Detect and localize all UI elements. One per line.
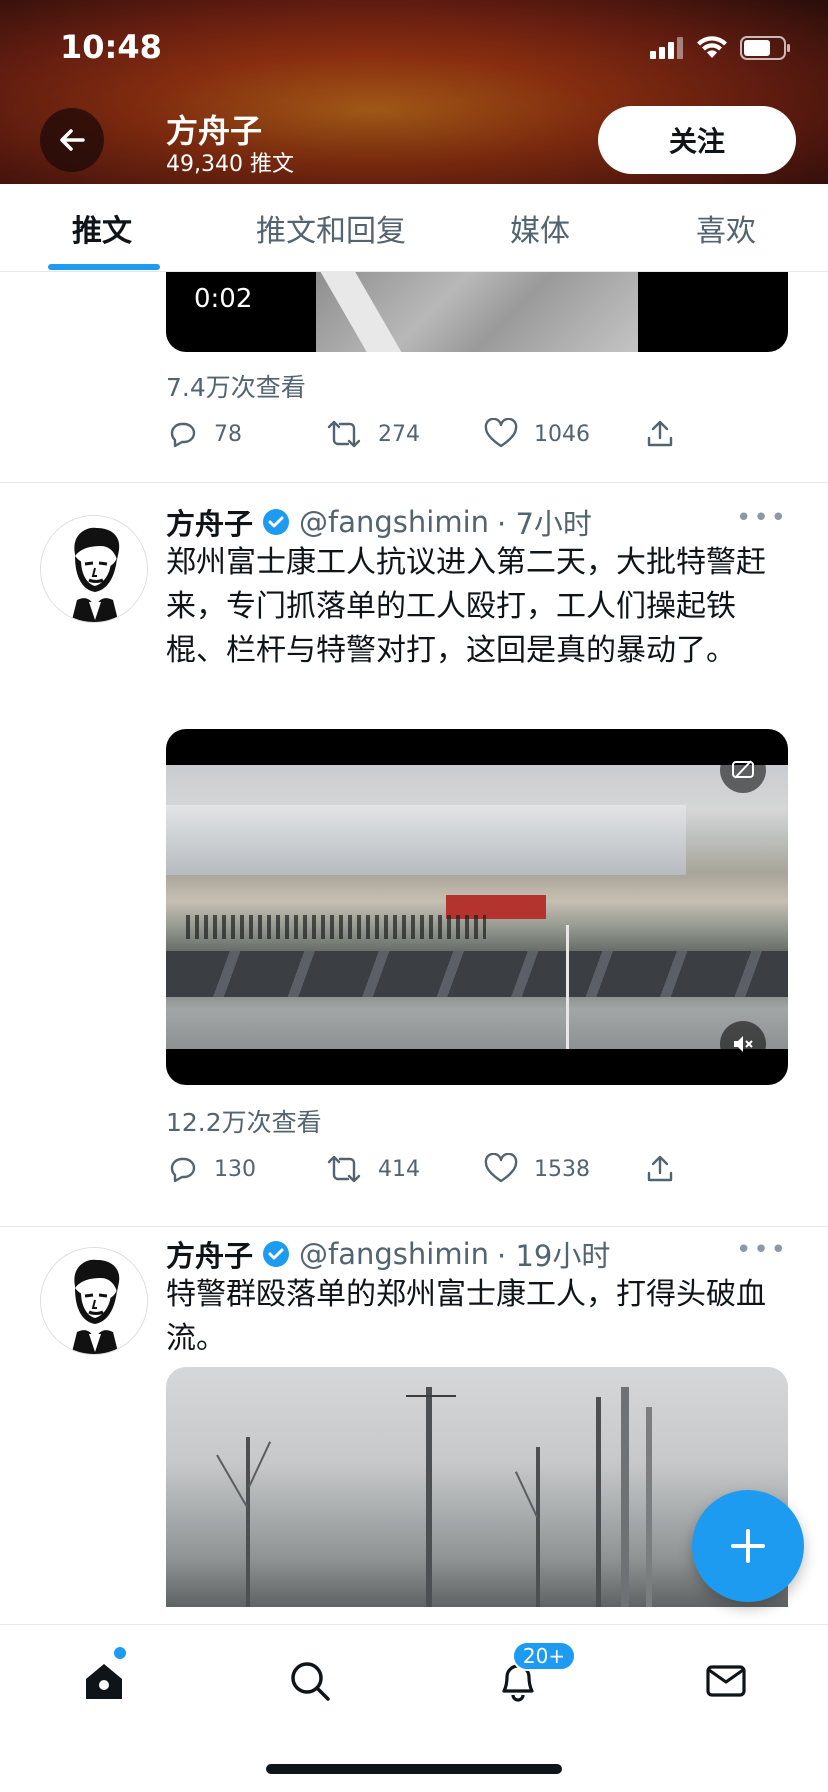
status-time: 10:48 — [60, 28, 162, 66]
home-icon — [86, 1664, 122, 1699]
active-tab-indicator — [48, 264, 160, 270]
like-count: 1538 — [534, 1156, 590, 1182]
retweet-count: 414 — [378, 1156, 420, 1182]
tweet-header: 方舟子 @fangshimin · 19小时 — [166, 1233, 610, 1275]
more-options-icon[interactable]: ••• — [736, 503, 788, 533]
video-player[interactable]: 0:02 — [166, 272, 788, 352]
wifi-icon — [697, 36, 727, 58]
retweet-icon — [327, 1155, 361, 1183]
battery-icon — [740, 36, 790, 60]
share-button[interactable] — [644, 418, 676, 450]
reply-icon — [170, 1157, 196, 1183]
tweet-feed[interactable]: 0:02 7.4万次查看 78 274 1046 方舟子 @fangshimin… — [0, 272, 828, 1624]
tab-media[interactable]: 媒体 — [510, 206, 570, 250]
captions-button[interactable] — [720, 747, 766, 793]
portrait-avatar — [41, 1248, 147, 1354]
plus-icon — [731, 1529, 765, 1563]
search-icon — [291, 1662, 330, 1701]
tweet-text: 郑州富士康工人抗议进入第二天，大批特警赶来，专门抓落单的工人殴打，工人们操起铁棍… — [166, 545, 766, 668]
retweet-button[interactable]: 274 — [326, 418, 420, 450]
tweet-time: · 19小时 — [497, 1239, 611, 1273]
captions-off-icon — [732, 760, 754, 779]
muted-icon — [734, 1036, 753, 1052]
nav-search[interactable] — [280, 1651, 340, 1711]
tab-tweets[interactable]: 推文 — [72, 206, 132, 250]
video-frame — [316, 272, 638, 352]
nav-messages[interactable] — [696, 1651, 756, 1711]
retweet-count: 274 — [378, 421, 420, 447]
profile-tabs: 推文 推文和回复 媒体 喜欢 — [0, 184, 828, 272]
tweet-actions: 130 414 1538 — [166, 1153, 686, 1193]
share-button[interactable] — [644, 1153, 676, 1185]
tweet-count: 49,340 推文 — [166, 152, 294, 177]
tweet-item[interactable]: 方舟子 @fangshimin · 7小时 ••• 郑州富士康工人抗议进入第二天… — [0, 483, 828, 1183]
video-player[interactable] — [166, 729, 788, 1085]
video-frame — [166, 765, 788, 1049]
like-button[interactable]: 1046 — [484, 418, 590, 450]
tab-tweets-and-replies[interactable]: 推文和回复 — [256, 206, 406, 250]
like-count: 1046 — [534, 421, 590, 447]
view-count: 7.4万次查看 — [166, 373, 306, 402]
tweet-actions: 78 274 1046 — [166, 418, 686, 458]
home-unread-dot — [114, 1647, 126, 1659]
arrow-left-icon — [60, 129, 85, 151]
tweet-time: · 7小时 — [497, 507, 592, 541]
like-button[interactable]: 1538 — [484, 1153, 590, 1185]
share-icon — [647, 420, 673, 447]
reply-count: 78 — [214, 421, 242, 447]
video-duration: 0:02 — [194, 284, 253, 314]
home-indicator — [266, 1764, 562, 1774]
compose-tweet-button[interactable] — [692, 1490, 804, 1602]
tweet-header: 方舟子 @fangshimin · 7小时 — [166, 501, 592, 543]
status-icons — [650, 36, 792, 60]
retweet-button[interactable]: 414 — [326, 1153, 420, 1185]
reply-count: 130 — [214, 1156, 256, 1182]
reply-button[interactable]: 78 — [166, 418, 242, 450]
video-player[interactable] — [166, 1367, 788, 1607]
verified-badge-icon — [263, 509, 290, 535]
retweet-icon — [327, 420, 361, 448]
portrait-avatar — [41, 516, 147, 622]
heart-icon — [484, 1153, 518, 1183]
back-button[interactable] — [40, 108, 104, 172]
avatar[interactable] — [40, 515, 148, 623]
reply-button[interactable]: 130 — [166, 1153, 256, 1185]
author-name[interactable]: 方舟子 — [166, 501, 253, 543]
verified-badge-icon — [263, 1241, 290, 1267]
mail-icon — [706, 1665, 746, 1697]
nav-home[interactable] — [74, 1651, 134, 1711]
notifications-badge: 20+ — [512, 1641, 576, 1671]
author-name[interactable]: 方舟子 — [166, 1233, 253, 1275]
tab-likes[interactable]: 喜欢 — [696, 206, 756, 250]
author-handle[interactable]: @fangshimin — [299, 505, 489, 539]
profile-header: 10:48 方舟子 49,340 推文 关注 — [0, 0, 828, 184]
avatar[interactable] — [40, 1247, 148, 1355]
author-handle[interactable]: @fangshimin — [299, 1237, 489, 1271]
share-icon — [647, 1155, 673, 1182]
view-count: 12.2万次查看 — [166, 1108, 322, 1137]
follow-button[interactable]: 关注 — [598, 106, 796, 174]
reply-icon — [170, 422, 196, 448]
mute-button[interactable] — [720, 1021, 766, 1067]
more-options-icon[interactable]: ••• — [736, 1235, 788, 1265]
signal-icon — [650, 37, 683, 59]
tweet-text: 特警群殴落单的郑州富士康工人，打得头破血流。 — [166, 1277, 766, 1356]
heart-icon — [484, 418, 518, 448]
